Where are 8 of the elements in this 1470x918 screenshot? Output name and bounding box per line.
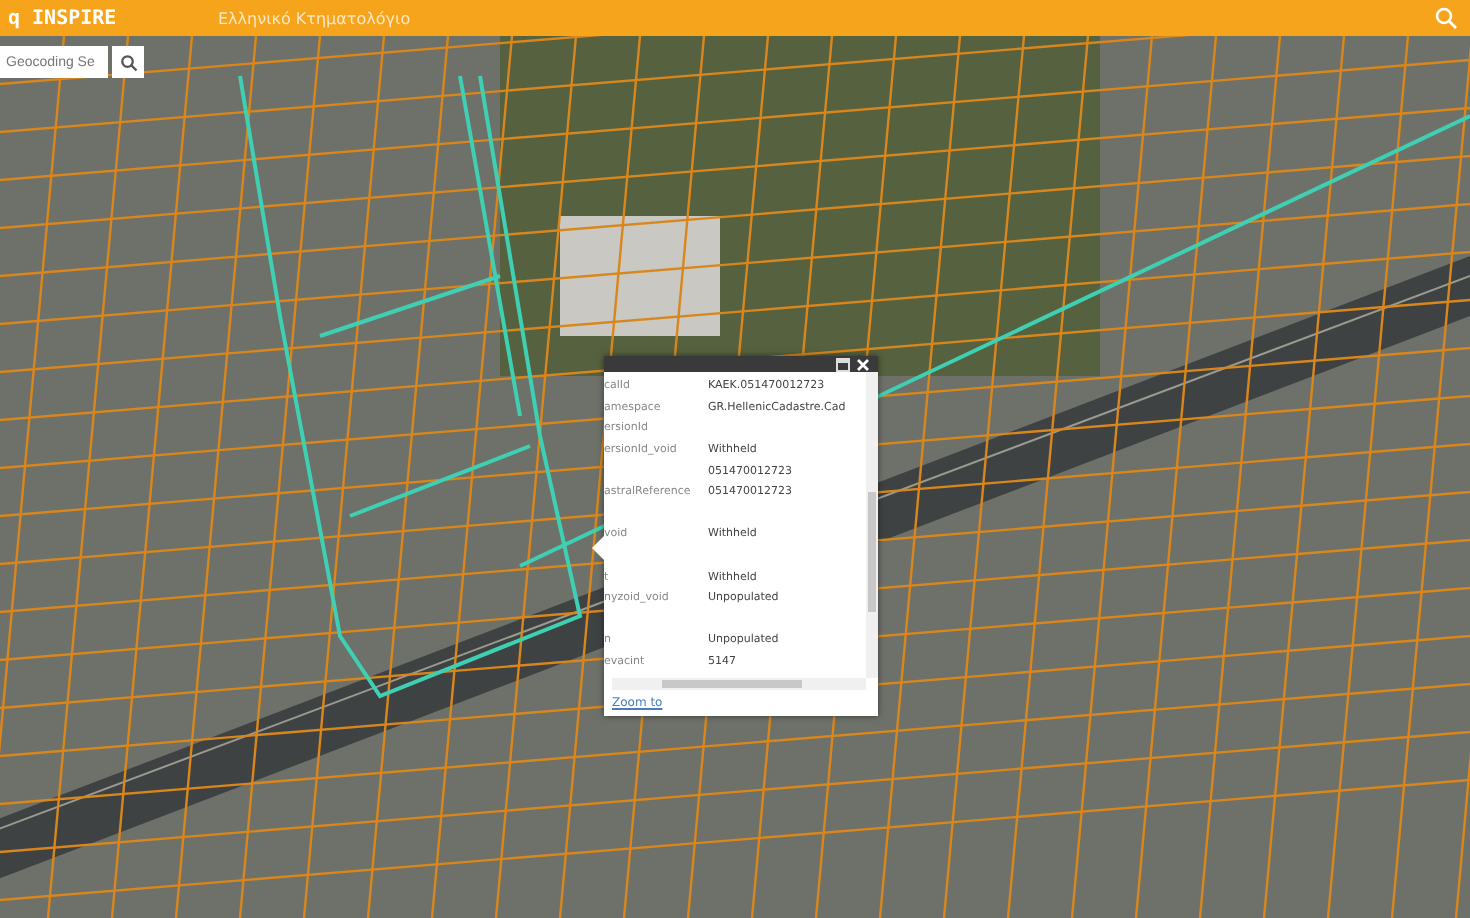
search-icon xyxy=(119,53,137,71)
vertical-scrollbar[interactable] xyxy=(866,372,878,678)
horizontal-scrollbar[interactable] xyxy=(612,678,866,690)
close-icon[interactable] xyxy=(856,357,870,371)
maximize-icon[interactable] xyxy=(836,357,850,371)
app-subtitle: Ελληνικό Κτηματολόγιο xyxy=(218,9,413,27)
app-title: q INSPIRE xyxy=(8,7,119,29)
search-button[interactable] xyxy=(112,46,144,78)
